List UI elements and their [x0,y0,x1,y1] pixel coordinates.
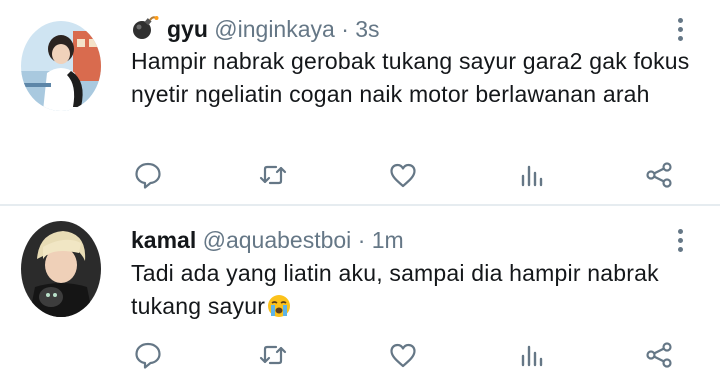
separator: · [357,227,366,253]
timestamp[interactable]: 1m [372,227,404,253]
loudly-crying-face-icon [267,294,291,327]
reply-icon[interactable] [133,340,163,370]
handle[interactable]: @aquabestboi [203,227,352,253]
analytics-icon[interactable] [517,340,547,370]
avatar[interactable] [21,221,101,317]
tweet-text: Tadi ada yang liatin aku, sampai dia ham… [131,257,701,327]
tweet-text-content: Tadi ada yang liatin aku, sampai dia ham… [131,260,659,319]
tweet-header: kamal @aquabestboi · 1m [131,226,404,254]
tweet[interactable]: kamal @aquabestboi · 1m Tadi ada yang li… [0,0,720,387]
display-name[interactable]: kamal [131,227,196,253]
more-options-icon[interactable] [678,229,686,256]
retweet-icon[interactable] [258,340,288,370]
tweet-actions [0,340,720,370]
like-icon[interactable] [388,340,418,370]
share-icon[interactable] [644,340,674,370]
